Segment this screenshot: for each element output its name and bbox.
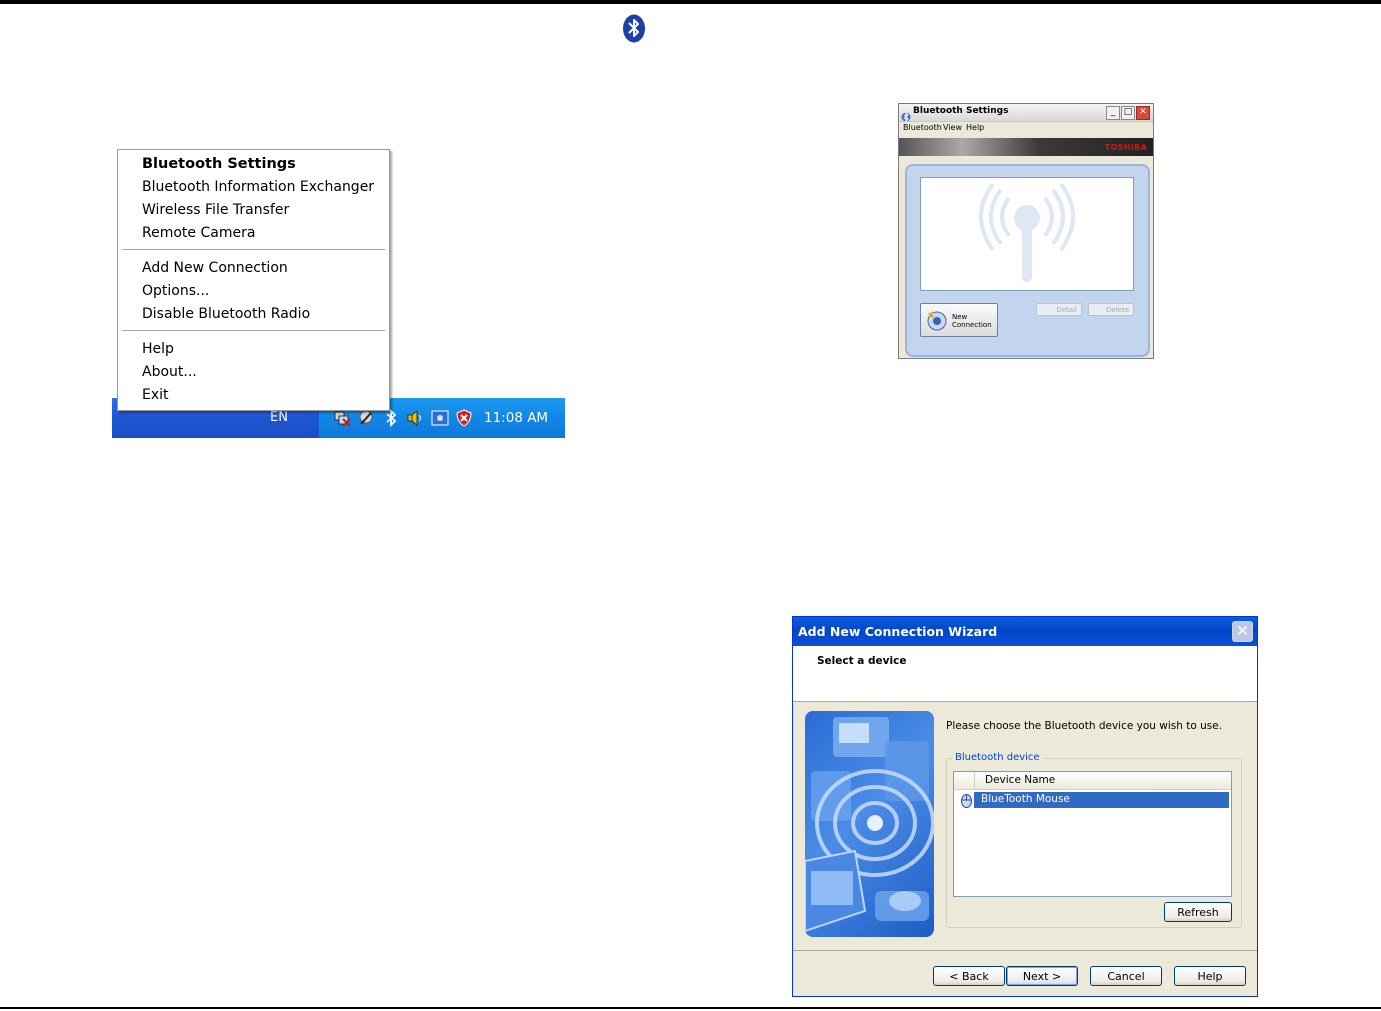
close-button[interactable]: ✕ <box>1232 621 1253 642</box>
device-list[interactable]: Device Name BlueTooth Mouse <box>953 771 1232 897</box>
menu-view[interactable]: View <box>943 123 962 132</box>
security-shield-icon[interactable] <box>455 409 473 427</box>
menu-item-remote-camera[interactable]: Remote Camera <box>142 224 255 242</box>
wizard-title-bar: Add New Connection Wizard ✕ <box>793 617 1257 646</box>
new-connection-label-2: Connection <box>952 321 992 329</box>
detail-button[interactable]: Detail <box>1036 303 1082 316</box>
bluetooth-settings-window: Bluetooth Settings _ □ ✕ Bluetooth View … <box>898 103 1154 359</box>
bluetooth-icon <box>622 14 646 43</box>
bluetooth-device-group: Bluetooth device Device Name BlueTooth M… <box>946 752 1242 928</box>
group-label: Bluetooth device <box>952 752 1043 763</box>
bluetooth-context-menu: Bluetooth Settings Bluetooth Information… <box>117 149 390 411</box>
main-panel: New Connection Detail Delete <box>905 164 1150 357</box>
window-title: Bluetooth Settings <box>913 106 1009 116</box>
bluetooth-tray-icon[interactable] <box>382 408 400 428</box>
help-button[interactable]: Help <box>1174 966 1246 986</box>
new-connection-button[interactable]: New Connection <box>920 303 998 337</box>
menu-item-exit[interactable]: Exit <box>142 386 169 404</box>
menu-bluetooth[interactable]: Bluetooth <box>903 123 942 132</box>
new-connection-icon <box>927 311 947 331</box>
back-button[interactable]: < Back <box>933 966 1005 986</box>
next-button[interactable]: Next > <box>1006 966 1078 986</box>
brand-banner: TOSHIBA <box>899 138 1153 156</box>
mouse-icon <box>960 793 973 808</box>
refresh-button[interactable]: Refresh <box>1164 902 1232 922</box>
menu-separator <box>122 249 385 250</box>
bottom-rule <box>0 1007 1381 1009</box>
add-new-connection-wizard: Add New Connection Wizard ✕ Select a dev… <box>792 616 1258 997</box>
menu-separator <box>122 330 385 331</box>
tray-app-icon[interactable] <box>357 409 375 427</box>
new-connection-label-1: New <box>952 313 968 321</box>
wizard-illustration <box>805 711 934 937</box>
language-indicator[interactable]: EN <box>270 410 288 425</box>
app-icon <box>901 107 911 123</box>
instruction-text: Please choose the Bluetooth device you w… <box>946 720 1223 732</box>
menu-item-wireless-file-transfer[interactable]: Wireless File Transfer <box>142 201 289 219</box>
device-row[interactable]: BlueTooth Mouse <box>974 792 1229 808</box>
network-disconnected-icon[interactable] <box>333 409 351 427</box>
maximize-button[interactable]: □ <box>1121 106 1135 120</box>
menu-item-disable-radio[interactable]: Disable Bluetooth Radio <box>142 305 310 323</box>
device-name: BlueTooth Mouse <box>981 793 1070 805</box>
antenna-watermark-icon <box>979 182 1075 282</box>
wizard-title: Add New Connection Wizard <box>798 624 998 639</box>
menu-item-add-new-connection[interactable]: Add New Connection <box>142 259 288 277</box>
menu-item-about[interactable]: About... <box>142 363 197 381</box>
menu-help[interactable]: Help <box>966 123 984 132</box>
wizard-header: Select a device <box>793 646 1257 702</box>
top-rule <box>0 0 1381 4</box>
menu-item-help[interactable]: Help <box>142 340 174 358</box>
device-view <box>920 177 1134 291</box>
delete-button[interactable]: Delete <box>1088 303 1134 316</box>
step-heading: Select a device <box>817 655 907 667</box>
column-header[interactable]: Device Name <box>954 772 1231 790</box>
title-bar: Bluetooth Settings _ □ ✕ <box>899 104 1153 123</box>
menu-item-information-exchanger[interactable]: Bluetooth Information Exchanger <box>142 178 374 196</box>
column-divider <box>974 772 975 789</box>
footer-divider <box>793 950 1257 951</box>
toshiba-logo: TOSHIBA <box>1104 143 1147 152</box>
column-header-device-name: Device Name <box>985 774 1056 786</box>
volume-icon[interactable] <box>406 409 424 427</box>
menu-item-options[interactable]: Options... <box>142 282 209 300</box>
display-icon[interactable] <box>431 409 449 427</box>
cancel-button[interactable]: Cancel <box>1090 966 1162 986</box>
menu-item-bluetooth-settings[interactable]: Bluetooth Settings <box>142 155 296 173</box>
close-button[interactable]: ✕ <box>1136 106 1150 120</box>
clock[interactable]: 11:08 AM <box>484 410 548 426</box>
minimize-button[interactable]: _ <box>1106 106 1120 120</box>
